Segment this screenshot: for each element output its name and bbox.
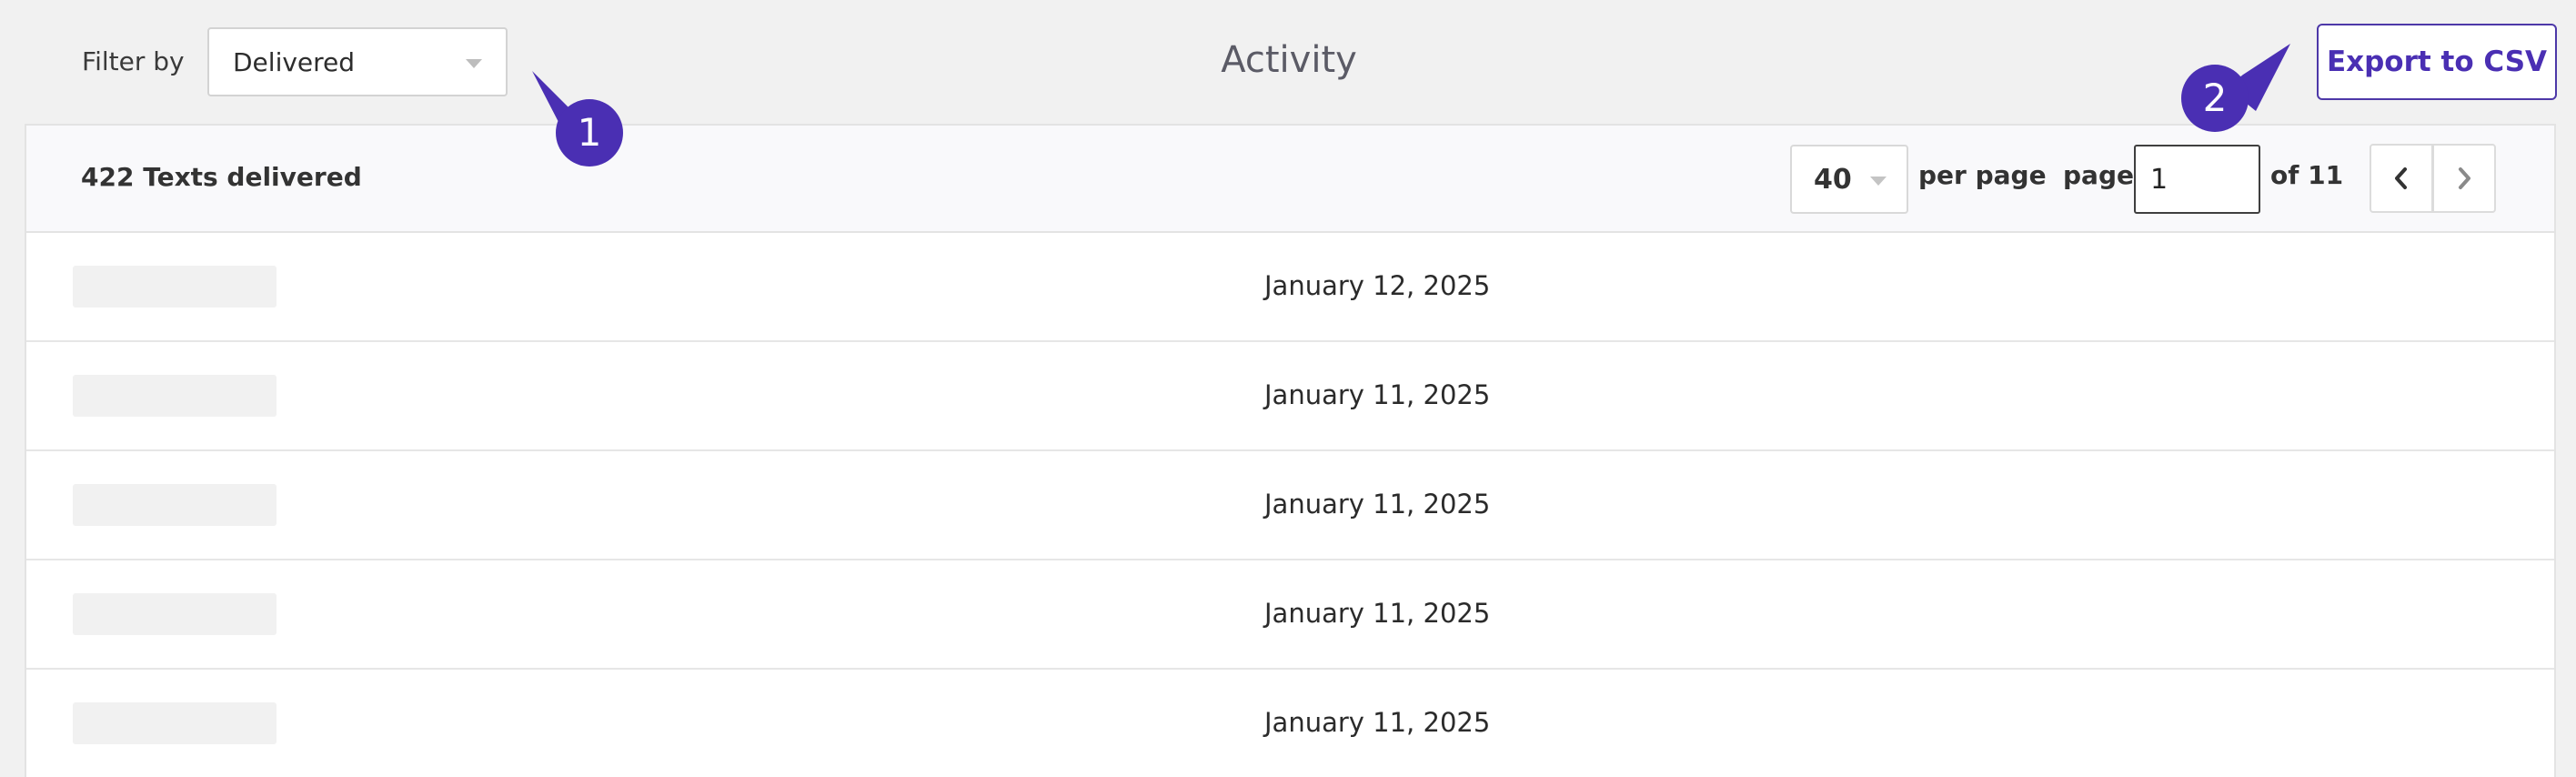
list-item[interactable]: January 12, 2025: [26, 233, 2554, 342]
chevron-down-icon: [1870, 177, 1887, 186]
activity-page: Filter by Delivered Activity Export to C…: [0, 0, 2576, 777]
chevron-right-icon: [2459, 167, 2470, 189]
page-number-input[interactable]: [2134, 145, 2260, 214]
callout-number-2: 2: [2202, 76, 2228, 120]
row-date: January 11, 2025: [1264, 598, 1491, 629]
page-total-label: of 11: [2270, 160, 2344, 190]
page-title: Activity: [1221, 39, 1357, 81]
page-label: page: [2063, 160, 2134, 190]
loading-placeholder: [73, 702, 277, 744]
filter-select[interactable]: Delivered: [207, 27, 508, 96]
activity-list: January 12, 2025 January 11, 2025 Januar…: [26, 233, 2554, 777]
row-date: January 11, 2025: [1264, 489, 1491, 520]
list-item[interactable]: January 11, 2025: [26, 560, 2554, 670]
list-item[interactable]: January 11, 2025: [26, 451, 2554, 560]
next-page-button[interactable]: [2432, 144, 2496, 213]
per-page-label: per page: [1918, 160, 2047, 190]
row-date: January 11, 2025: [1264, 379, 1491, 410]
filter-select-value: Delivered: [233, 46, 356, 77]
row-date: January 11, 2025: [1264, 707, 1491, 738]
panel-toolbar: 422 Texts delivered 40 per page page of …: [26, 126, 2554, 233]
per-page-value: 40: [1814, 163, 1852, 196]
list-item[interactable]: January 11, 2025: [26, 670, 2554, 777]
loading-placeholder: [73, 266, 277, 308]
chevron-down-icon: [466, 59, 482, 68]
per-page-select[interactable]: 40: [1790, 145, 1908, 214]
activity-panel: 422 Texts delivered 40 per page page of …: [25, 124, 2556, 777]
loading-placeholder: [73, 593, 277, 635]
loading-placeholder: [73, 375, 277, 417]
list-item[interactable]: January 11, 2025: [26, 342, 2554, 451]
delivered-count: 422 Texts delivered: [81, 162, 362, 192]
filter-label: Filter by: [82, 46, 185, 76]
callout-number-1: 1: [577, 110, 602, 155]
row-date: January 12, 2025: [1264, 270, 1491, 301]
export-csv-button[interactable]: Export to CSV: [2317, 24, 2557, 100]
chevron-left-icon: [2395, 167, 2407, 189]
loading-placeholder: [73, 484, 277, 526]
previous-page-button[interactable]: [2370, 144, 2433, 213]
